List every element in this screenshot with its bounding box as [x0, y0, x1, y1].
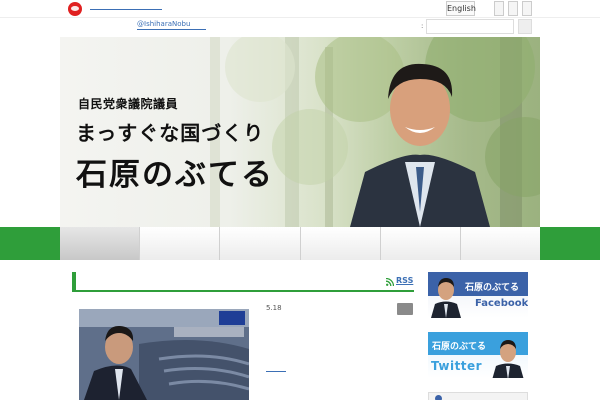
hero-banner: 自民党衆議院議員 まっすぐな国づくり 石原のぶてる: [60, 37, 540, 227]
hero-name: 石原のぶてる: [76, 157, 274, 193]
section-heading-bar: [72, 272, 414, 292]
post-more-button[interactable]: [397, 303, 413, 315]
nav-item-4[interactable]: [300, 227, 381, 260]
top-bar: English: [0, 0, 600, 18]
facebook-banner-portrait: [431, 278, 461, 318]
top-link[interactable]: [90, 9, 162, 10]
nav-item-2[interactable]: [140, 227, 221, 260]
nav-item-6[interactable]: [460, 227, 541, 260]
sidebar-banner-3[interactable]: [428, 392, 528, 400]
site-logo-icon[interactable]: [68, 2, 82, 16]
post-thumbnail[interactable]: [79, 309, 249, 400]
twitter-banner-portrait: [492, 340, 524, 378]
search-button[interactable]: [518, 19, 532, 34]
twitter-banner-title: 石原のぶてる: [432, 342, 487, 352]
facebook-banner-service: Facebook: [475, 298, 528, 309]
twitter-banner[interactable]: 石原のぶてる Twitter: [428, 332, 528, 378]
parliament-photo: [79, 309, 249, 400]
nav-item-home[interactable]: [60, 227, 141, 260]
twitter-banner-service: Twitter: [431, 359, 483, 373]
search-input[interactable]: [426, 19, 514, 34]
english-button[interactable]: English: [446, 1, 476, 16]
main-nav: [60, 227, 541, 260]
post-date: 5.18: [266, 304, 282, 312]
hero-subtitle: 自民党衆議院議員: [78, 97, 179, 111]
nav-item-5[interactable]: [380, 227, 461, 260]
post-title-link[interactable]: [266, 368, 286, 372]
facebook-banner[interactable]: 石原のぶてる Facebook: [428, 272, 528, 318]
font-size-small-button[interactable]: [494, 1, 504, 16]
rss-link[interactable]: RSS: [396, 276, 413, 285]
font-size-medium-button[interactable]: [508, 1, 518, 16]
search-label: :: [421, 22, 424, 30]
nav-item-3[interactable]: [220, 227, 301, 260]
hero-slogan: まっすぐな国づくり: [76, 121, 265, 145]
rss-icon[interactable]: [386, 278, 394, 286]
font-size-large-button[interactable]: [522, 1, 532, 16]
facebook-banner-title: 石原のぶてる: [465, 283, 520, 293]
twitter-handle-link[interactable]: @IshiharaNobu: [137, 20, 207, 30]
